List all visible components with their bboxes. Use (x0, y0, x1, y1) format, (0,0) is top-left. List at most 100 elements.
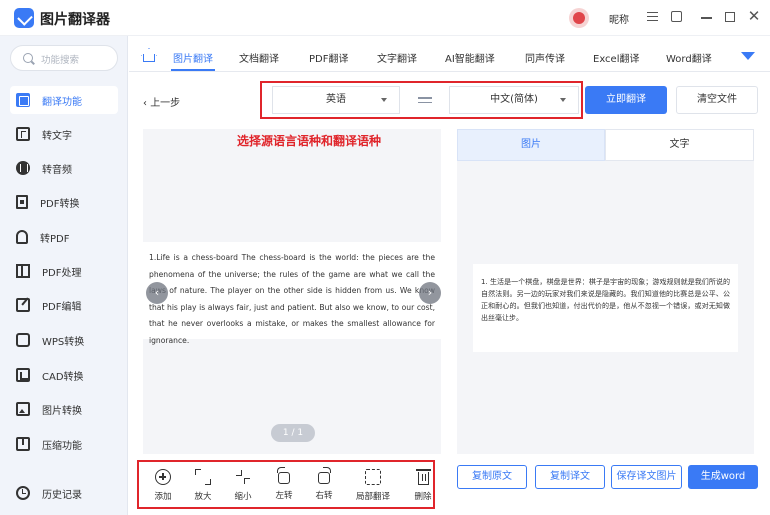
avatar[interactable] (569, 8, 589, 28)
wps-icon (16, 333, 30, 347)
tab-result-image[interactable]: 图片 (457, 129, 605, 161)
tool-label: 左转 (275, 491, 293, 501)
zoom-out-button[interactable]: 缩小 (223, 469, 263, 502)
sidebar-item-label: CAD转换 (42, 371, 84, 383)
copy-translation-button[interactable]: 复制译文 (535, 465, 605, 489)
tab-image-translate[interactable]: 图片翻译 (173, 50, 213, 65)
partial-translate-button[interactable]: 局部翻译 (353, 469, 393, 502)
pdf-process-icon (16, 264, 30, 278)
sidebar-item-pdf-convert[interactable]: PDF转换 (10, 188, 118, 216)
compress-icon (16, 437, 30, 451)
sidebar-item-label: 翻译功能 (42, 96, 82, 108)
sidebar-item-label: 转PDF (40, 233, 70, 245)
add-button[interactable]: 添加 (143, 469, 183, 502)
sidebar-item-label: PDF处理 (42, 267, 82, 279)
source-language-value: 英语 (326, 94, 346, 105)
zoom-in-button[interactable]: 放大 (183, 469, 223, 502)
sidebar-item-wps[interactable]: WPS转换 (10, 326, 118, 354)
add-icon (155, 469, 171, 485)
source-language-select[interactable]: 英语 (272, 86, 400, 114)
tab-word-translate[interactable]: Word翻译 (666, 50, 712, 65)
sidebar-item-label: 图片转换 (42, 405, 82, 417)
app-title: 图片翻译器 (40, 12, 110, 28)
delete-button[interactable]: 删除 (403, 469, 443, 502)
app-logo-icon (14, 8, 34, 28)
audio-icon (16, 161, 30, 175)
maximize-icon[interactable] (722, 9, 738, 25)
sidebar-search[interactable]: 功能搜索 (10, 45, 118, 71)
source-image-page: 1.Life is a chess-board The chess-board … (143, 242, 441, 345)
tool-label: 缩小 (234, 492, 252, 502)
copy-source-button[interactable]: 复制原文 (457, 465, 527, 489)
save-translated-image-button[interactable]: 保存译文图片 (611, 465, 682, 489)
sidebar-item-label: 转文字 (42, 130, 72, 142)
rotate-left-icon (277, 467, 290, 484)
close-icon[interactable]: ✕ (746, 9, 762, 25)
sidebar-item-to-audio[interactable]: 转音频 (10, 154, 118, 182)
sidebar-item-image[interactable]: 图片转换 (10, 395, 118, 423)
page-indicator: 1 / 1 (271, 424, 315, 442)
clear-files-button[interactable]: 清空文件 (676, 86, 758, 114)
prev-page-button[interactable]: ‹ (146, 282, 168, 304)
back-button[interactable]: ‹ 上一步 (143, 94, 180, 109)
sidebar-item-pdf-process[interactable]: PDF处理 (10, 257, 118, 285)
trash-icon (415, 469, 431, 485)
chevron-down-icon (381, 98, 387, 102)
sidebar-item-label: WPS转换 (42, 336, 85, 348)
to-pdf-icon (16, 230, 28, 244)
clock-icon (16, 486, 30, 500)
image-icon (16, 402, 30, 416)
translate-now-button[interactable]: 立即翻译 (585, 86, 667, 114)
annotation-text: 选择源语言语种和翻译语种 (237, 134, 382, 148)
swap-language-icon[interactable] (418, 94, 432, 106)
sidebar-item-cad[interactable]: CAD转换 (10, 361, 118, 389)
more-tabs-icon[interactable] (741, 52, 755, 60)
generate-word-button[interactable]: 生成word (688, 465, 758, 489)
sidebar-item-translate[interactable]: 翻译功能 (10, 86, 118, 114)
search-placeholder: 功能搜索 (41, 55, 80, 66)
text-icon (16, 127, 30, 141)
tool-label: 局部翻译 (355, 492, 390, 502)
cad-icon (16, 368, 30, 382)
target-language-value: 中文(简体) (490, 94, 538, 105)
translate-icon (16, 93, 30, 107)
crop-icon (365, 469, 381, 485)
next-page-button[interactable]: › (419, 282, 441, 304)
rotate-right-button[interactable]: 右转 (304, 467, 344, 501)
sidebar-item-label: PDF编辑 (42, 301, 82, 313)
tab-result-text[interactable]: 文字 (605, 129, 754, 161)
search-icon (23, 53, 33, 63)
back-label: 上一步 (150, 98, 181, 109)
tool-label: 放大 (194, 492, 212, 502)
feature-tabs: 图片翻译 文档翻译 PDF翻译 文字翻译 AI智能翻译 同声传译 Excel翻译… (129, 40, 770, 72)
sidebar-item-label: PDF转换 (40, 198, 80, 210)
home-icon[interactable] (141, 48, 155, 62)
sidebar-item-label: 压缩功能 (42, 440, 82, 452)
tool-label: 添加 (154, 492, 172, 502)
tab-text-translate[interactable]: 文字翻译 (377, 50, 417, 65)
rotate-left-button[interactable]: 左转 (264, 467, 304, 501)
sidebar-item-history[interactable]: 历史记录 (10, 479, 118, 507)
menu-icon[interactable] (644, 9, 660, 25)
tab-excel-translate[interactable]: Excel翻译 (593, 50, 640, 65)
tab-ai-translate[interactable]: AI智能翻译 (445, 50, 495, 65)
title-bar: 图片翻译器 昵称 ✕ (0, 0, 770, 36)
zoom-in-icon (195, 469, 211, 485)
tab-doc-translate[interactable]: 文档翻译 (239, 50, 279, 65)
tab-pdf-translate[interactable]: PDF翻译 (309, 50, 348, 65)
sidebar-item-pdf-edit[interactable]: PDF编辑 (10, 291, 118, 319)
zoom-out-icon (235, 469, 251, 485)
tool-label: 删除 (414, 492, 432, 502)
target-language-select[interactable]: 中文(简体) (449, 86, 579, 114)
chevron-down-icon (560, 98, 566, 102)
sidebar-item-compress[interactable]: 压缩功能 (10, 430, 118, 458)
fullscreen-icon[interactable] (668, 9, 684, 25)
minimize-icon[interactable] (698, 9, 714, 25)
tab-simultaneous[interactable]: 同声传译 (525, 50, 565, 65)
sidebar-item-to-text[interactable]: 转文字 (10, 120, 118, 148)
sidebar-item-label: 转音频 (42, 164, 72, 176)
translated-image-page: 1. 生活是一个棋盘，棋盘是世界：棋子是宇宙的现象；游戏规则就是我们所说的自然法… (473, 264, 738, 352)
sidebar-item-to-pdf[interactable]: 转PDF (10, 223, 118, 251)
active-tab-indicator (171, 69, 215, 71)
nickname[interactable]: 昵称 (609, 11, 629, 26)
